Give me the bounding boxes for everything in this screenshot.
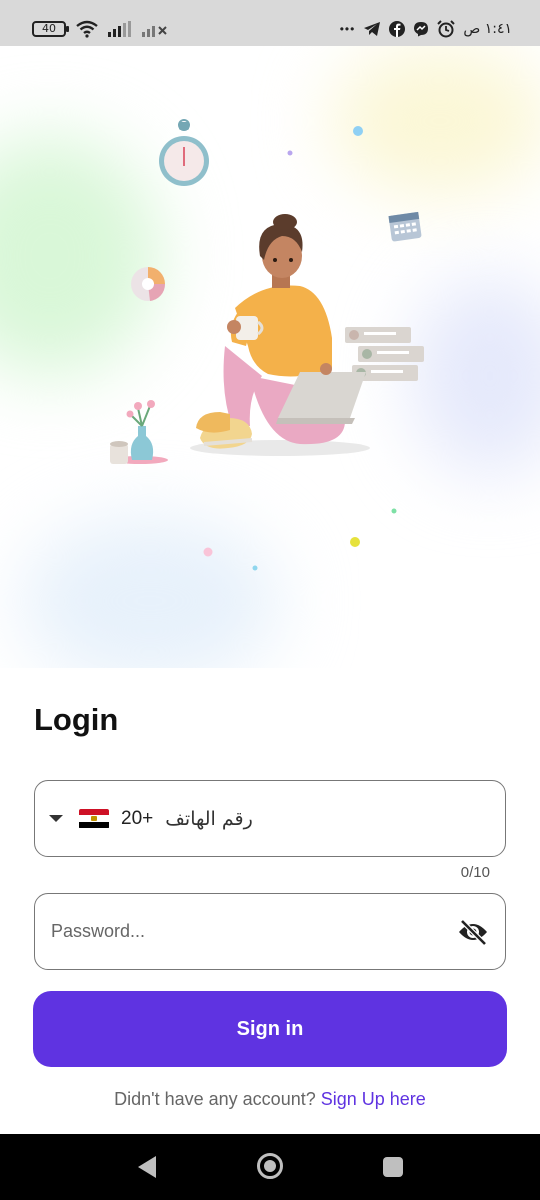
status-bar: 40 ••• ١:٤١ ص: [0, 0, 540, 46]
sign-in-button[interactable]: Sign in: [33, 991, 507, 1067]
login-title: Login: [34, 702, 119, 737]
dial-code: 20+: [121, 807, 154, 829]
signal-icon: [108, 21, 132, 37]
signup-prompt-text: Didn't have any account?: [114, 1089, 316, 1109]
system-nav-bar: [0, 1134, 540, 1200]
recents-icon[interactable]: [382, 1156, 404, 1183]
pie-chart-icon: [131, 267, 166, 301]
chevron-down-icon: [49, 815, 63, 822]
signal-muted-icon: [142, 21, 168, 37]
country-picker[interactable]: [49, 808, 109, 829]
hero-illustration: [0, 46, 540, 668]
wifi-icon: [76, 20, 98, 38]
home-icon[interactable]: [256, 1152, 284, 1185]
back-icon[interactable]: [136, 1154, 158, 1185]
signup-prompt: Didn't have any account? Sign Up here: [0, 1089, 540, 1110]
alarm-icon: [437, 20, 456, 38]
battery-icon: 40: [32, 21, 69, 37]
phone-char-counter: 0/10: [460, 864, 490, 881]
password-input[interactable]: [51, 894, 431, 969]
phone-input[interactable]: [165, 807, 396, 830]
status-left-group: 40: [32, 20, 168, 38]
illustration-svg: [110, 119, 424, 571]
person-illustration: [190, 214, 370, 456]
phone-field-content: 20+: [49, 781, 396, 856]
clock-time: ١:٤١ ص: [463, 21, 512, 37]
password-field[interactable]: [34, 893, 506, 970]
egypt-flag-icon: [79, 808, 109, 829]
eye-off-icon[interactable]: [457, 918, 489, 946]
stopwatch-icon: [159, 119, 209, 186]
messenger-icon: [413, 21, 429, 37]
vase-icon: [110, 400, 168, 464]
more-notifications-indicator: •••: [339, 22, 356, 36]
sign-up-link[interactable]: Sign Up here: [321, 1089, 426, 1109]
status-right-group: ••• ١:٤١ ص: [340, 20, 512, 38]
facebook-icon: [389, 21, 406, 37]
phone-field[interactable]: 20+: [34, 780, 506, 857]
calendar-icon: [388, 211, 422, 242]
telegram-icon: [363, 21, 381, 37]
